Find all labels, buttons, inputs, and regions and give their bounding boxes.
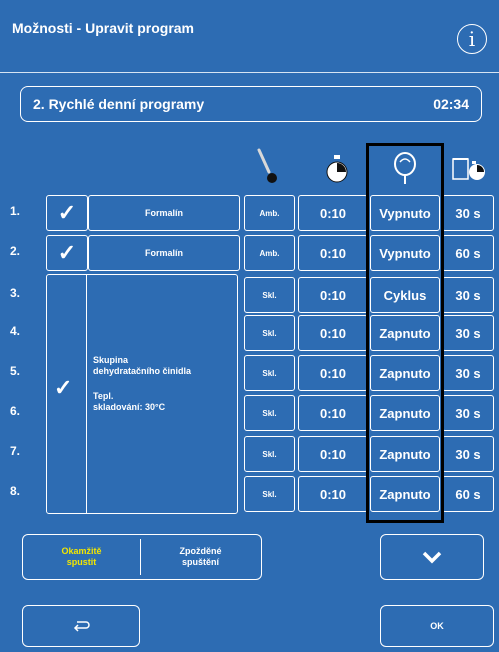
step-1-temperature[interactable]: Amb. xyxy=(244,195,295,231)
step-7-drip-time[interactable]: 30 s xyxy=(442,436,494,472)
step-1-checkbox[interactable]: ✓ xyxy=(46,195,88,231)
step-6-temperature[interactable]: Skl. xyxy=(244,395,295,431)
program-name-bar[interactable]: 2. Rychlé denní programy 02:34 xyxy=(20,86,482,122)
step-5-time[interactable]: 0:10 xyxy=(298,355,368,391)
step-2-reagent[interactable]: Formalín xyxy=(88,235,240,271)
reagent-group-block[interactable]: ✓ Skupina dehydratačního činidla Tepl. s… xyxy=(46,274,238,514)
step-5-drip-time[interactable]: 30 s xyxy=(442,355,494,391)
row-number: 5. xyxy=(10,364,21,378)
thermometer-icon xyxy=(255,147,279,187)
row-number: 8. xyxy=(10,484,21,498)
step-1-reagent[interactable]: Formalín xyxy=(88,195,240,231)
step-2-temperature[interactable]: Amb. xyxy=(244,235,295,271)
row-number: 1. xyxy=(10,204,21,218)
chevron-down-icon xyxy=(422,551,442,564)
return-arrow-icon xyxy=(73,621,90,632)
delayed-start-label: Zpožděné xyxy=(179,545,222,556)
timer-icon xyxy=(323,153,351,185)
step-4-drip-time[interactable]: 30 s xyxy=(442,315,494,351)
delayed-start-label: spuštění xyxy=(181,556,219,567)
step-3-temperature[interactable]: Skl. xyxy=(244,277,295,313)
page-title: Možnosti - Upravit program xyxy=(12,20,195,36)
step-5-temperature[interactable]: Skl. xyxy=(244,355,295,391)
row-number: 4. xyxy=(10,324,21,338)
step-2-drip-time[interactable]: 60 s xyxy=(442,235,494,271)
program-duration: 02:34 xyxy=(433,96,469,112)
step-8-drip-time[interactable]: 60 s xyxy=(442,476,494,512)
step-6-drip-time[interactable]: 30 s xyxy=(442,395,494,431)
group-checkbox[interactable]: ✓ xyxy=(54,375,72,401)
delayed-start-button[interactable]: Zpožděné spuštění xyxy=(141,535,260,578)
step-6-time[interactable]: 0:10 xyxy=(298,395,368,431)
program-name: 2. Rychlé denní programy xyxy=(33,96,205,112)
group-temp-line: Tepl. xyxy=(93,391,114,401)
step-3-drip-time[interactable]: 30 s xyxy=(442,277,494,313)
group-divider xyxy=(86,275,87,513)
info-icon[interactable]: i xyxy=(457,24,487,54)
header-divider xyxy=(0,72,499,73)
step-4-temperature[interactable]: Skl. xyxy=(244,315,295,351)
step-8-time[interactable]: 0:10 xyxy=(298,476,368,512)
group-temp-line: skladování: 30°C xyxy=(93,402,166,412)
step-1-drip-time[interactable]: 30 s xyxy=(442,195,494,231)
start-now-label: spustit xyxy=(66,556,97,567)
start-now-label: Okamžitě xyxy=(61,545,102,556)
group-name-line: Skupina xyxy=(93,355,129,365)
group-name-line: dehydratačního činidla xyxy=(93,366,192,376)
step-2-checkbox[interactable]: ✓ xyxy=(46,235,88,271)
row-number: 3. xyxy=(10,286,21,300)
step-8-temperature[interactable]: Skl. xyxy=(244,476,295,512)
group-name: Skupina dehydratačního činidla xyxy=(93,355,191,377)
scroll-down-button[interactable] xyxy=(380,534,484,580)
step-7-time[interactable]: 0:10 xyxy=(298,436,368,472)
start-options-group: Okamžitě spustit Zpožděné spuštění xyxy=(22,534,262,580)
ok-button[interactable]: OK xyxy=(380,605,494,647)
row-number: 7. xyxy=(10,444,21,458)
agitation-column-highlight xyxy=(366,143,444,523)
row-number: 6. xyxy=(10,404,21,418)
group-storage-temp: Tepl. skladování: 30°C xyxy=(93,391,165,413)
step-1-time[interactable]: 0:10 xyxy=(298,195,368,231)
step-2-time[interactable]: 0:10 xyxy=(298,235,368,271)
row-number: 2. xyxy=(10,244,21,258)
back-button[interactable] xyxy=(22,605,140,647)
step-4-time[interactable]: 0:10 xyxy=(298,315,368,351)
step-7-temperature[interactable]: Skl. xyxy=(244,436,295,472)
start-now-button[interactable]: Okamžitě spustit xyxy=(23,535,140,578)
drip-time-icon xyxy=(451,155,487,183)
step-3-time[interactable]: 0:10 xyxy=(298,277,368,313)
